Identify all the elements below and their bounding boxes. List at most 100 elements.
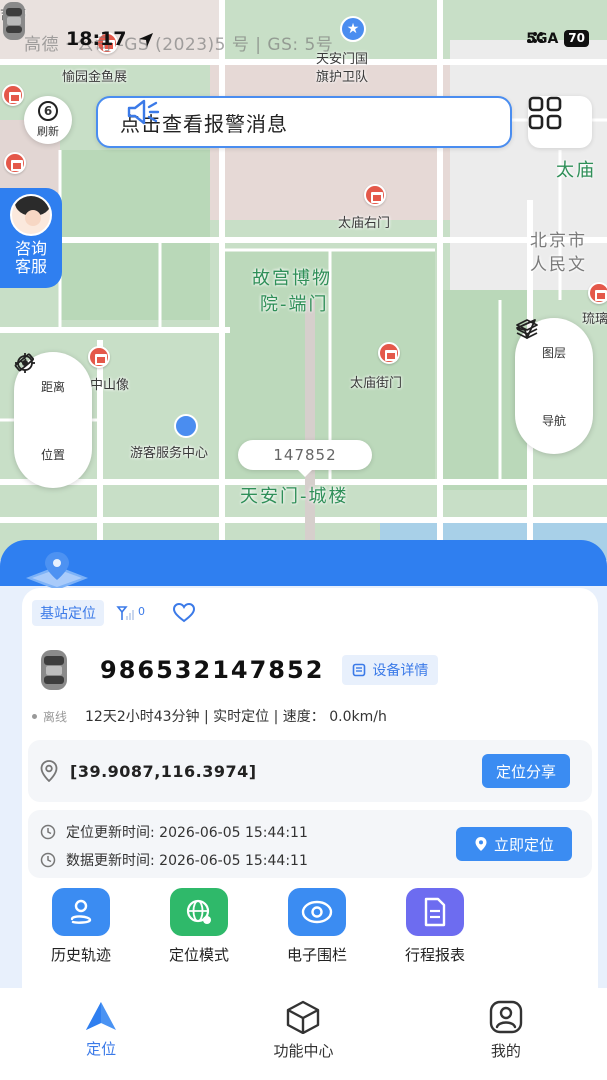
position-label: 位置 xyxy=(40,447,65,462)
tab-location[interactable]: 定位 xyxy=(0,988,202,1080)
poi-marker-icon[interactable] xyxy=(364,184,386,206)
locate-now-label: 立即定位 xyxy=(493,835,554,854)
tab-mine[interactable]: 我的 xyxy=(405,988,607,1080)
map-label: 太庙街门 xyxy=(350,376,403,391)
location-arrow-icon xyxy=(139,33,153,47)
support-avatar xyxy=(10,194,52,236)
geofence-button[interactable]: 电子围栏 xyxy=(258,888,376,965)
signal-value: 0 xyxy=(138,605,145,618)
signal-strength-icon: 0 xyxy=(116,605,145,621)
data-update-row: 数据更新时间: 2026-06-05 15:44:11 xyxy=(40,850,308,870)
map-label: 中山像 xyxy=(90,378,130,393)
pin-icon xyxy=(475,837,487,851)
favorite-heart-icon[interactable] xyxy=(173,603,195,623)
device-status-info: 12天2小时43分钟 | 实时定位 | 速度： 0.0km/h xyxy=(85,709,387,725)
alarm-message-bar[interactable]: 点击查看报警消息 xyxy=(96,96,512,148)
function-shortcuts: 历史轨迹 定位模式 电子围栏 行程报表 xyxy=(22,888,598,965)
cellular-signal-icon xyxy=(527,32,544,43)
status-bar: 高德 · 公司 -GS (2023)5 号 | GS: 5号 18:17 5GA… xyxy=(0,26,607,58)
coordinates-box: [39.9087,116.3974] 定位分享 xyxy=(28,740,592,802)
crosshair-icon xyxy=(15,353,35,373)
map-label: 愉园金鱼展 xyxy=(62,70,128,85)
map-label: 旗护卫队 xyxy=(316,70,369,85)
left-map-tools: 距离 位置 xyxy=(14,352,92,488)
grid-icon xyxy=(528,96,562,130)
device-status-row: 离线 12天2小时43分钟 | 实时定位 | 速度： 0.0km/h xyxy=(32,706,387,726)
device-detail-button[interactable]: 设备详情 xyxy=(342,655,439,685)
map-label: 北京市 xyxy=(530,231,587,251)
map-pin-emblem-icon xyxy=(26,552,88,590)
speaker-icon xyxy=(127,99,160,125)
refresh-count-badge: 6 xyxy=(38,101,58,121)
user-icon xyxy=(489,1000,523,1034)
function-label: 定位模式 xyxy=(168,946,229,964)
tab-label: 功能中心 xyxy=(273,1042,334,1060)
map-label: 太庙右门 xyxy=(338,216,391,231)
customer-support-button[interactable]: 咨询客服 xyxy=(0,188,62,288)
battery-icon: 70 xyxy=(564,30,589,47)
visitor-center-pin-icon[interactable] xyxy=(174,414,198,438)
poi-marker-icon[interactable] xyxy=(4,152,26,174)
clock-icon xyxy=(40,852,56,868)
my-position-button[interactable]: 位置 xyxy=(14,353,92,488)
right-map-tools: 图层 导航 xyxy=(515,318,593,454)
device-marker-label[interactable]: 147852 xyxy=(238,440,372,477)
distance-label: 距离 xyxy=(40,379,65,394)
support-label: 咨询客服 xyxy=(14,239,47,276)
poi-marker-icon[interactable] xyxy=(2,84,24,106)
navigate-button[interactable]: 导航 xyxy=(515,319,593,454)
document-icon xyxy=(353,663,366,677)
poi-marker-icon[interactable] xyxy=(588,282,607,304)
device-row: 986532147852 设备详情 xyxy=(38,648,439,692)
locate-now-button[interactable]: 立即定位 xyxy=(456,827,572,861)
map-view[interactable]: 吉亭 愉园金鱼展 天安门国 旗护卫队 太庙 太庙右门 北京市 人民文 故宫博物 … xyxy=(0,0,607,560)
offline-badge: 离线 xyxy=(32,708,67,725)
track-icon xyxy=(52,888,110,936)
map-label: 人民文 xyxy=(530,255,587,275)
car-icon xyxy=(41,650,67,690)
function-label: 电子围栏 xyxy=(286,946,347,964)
fence-eye-icon xyxy=(288,888,346,936)
refresh-button[interactable]: 6 刷新 xyxy=(24,96,72,144)
tab-label: 定位 xyxy=(86,1040,117,1058)
map-label: 天安门-城楼 xyxy=(240,486,349,507)
device-detail-label: 设备详情 xyxy=(372,663,429,679)
device-panel: 基站定位 0 986532147852 设备详情 离线 12天2小时43分钟 |… xyxy=(0,540,607,1028)
clock-icon xyxy=(40,824,56,840)
map-label: 太庙 xyxy=(556,160,596,181)
tab-function-center[interactable]: 功能中心 xyxy=(202,988,404,1080)
status-tags: 基站定位 0 xyxy=(32,600,195,626)
refresh-label: 刷新 xyxy=(37,125,59,138)
map-label: 院-端门 xyxy=(260,294,329,315)
cube-icon xyxy=(287,1000,320,1034)
antenna-icon xyxy=(116,606,134,620)
poi-marker-icon[interactable] xyxy=(378,342,400,364)
history-track-button[interactable]: 历史轨迹 xyxy=(22,888,140,965)
locate-update-time: 定位更新时间: 2026-06-05 15:44:11 xyxy=(66,825,308,841)
tab-label: 我的 xyxy=(490,1042,521,1060)
car-marker-icon[interactable] xyxy=(0,0,28,42)
data-update-time: 数据更新时间: 2026-06-05 15:44:11 xyxy=(66,853,308,869)
grid-menu-button[interactable] xyxy=(528,96,592,148)
status-right: 5GA 70 xyxy=(526,30,589,47)
navigation-icon xyxy=(516,319,536,339)
location-mode-button[interactable]: 定位模式 xyxy=(140,888,258,965)
trip-report-button[interactable]: 行程报表 xyxy=(376,888,494,965)
function-label: 行程报表 xyxy=(404,946,465,964)
globe-icon xyxy=(170,888,228,936)
coordinates-text: [39.9087,116.3974] xyxy=(70,761,257,781)
device-card: 基站定位 0 986532147852 设备详情 离线 12天2小时43分钟 |… xyxy=(22,588,598,1028)
status-time: 18:17 xyxy=(66,28,127,50)
share-location-button[interactable]: 定位分享 xyxy=(482,754,570,788)
map-label: 故宫博物 xyxy=(252,268,332,289)
bottom-tab-bar: 定位 功能中心 我的 xyxy=(0,988,607,1080)
map-label: 游客服务中心 xyxy=(130,446,209,461)
update-times-box: 定位更新时间: 2026-06-05 15:44:11 数据更新时间: 2026… xyxy=(28,810,592,878)
device-id: 986532147852 xyxy=(100,656,325,684)
location-tab-icon xyxy=(86,1002,117,1030)
location-pin-icon xyxy=(40,760,58,782)
function-label: 历史轨迹 xyxy=(50,946,111,964)
layers-label: 图层 xyxy=(541,345,566,360)
report-icon xyxy=(406,888,464,936)
location-type-tag: 基站定位 xyxy=(32,600,104,626)
